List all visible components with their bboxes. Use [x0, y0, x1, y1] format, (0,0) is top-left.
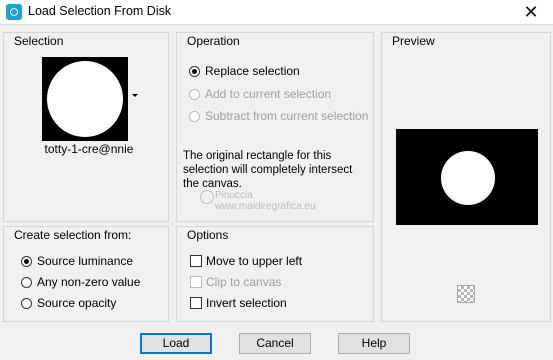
options-group-label: Options — [185, 228, 231, 242]
watermark: Pinuccia www.maidiregrafica.eu — [215, 190, 316, 212]
cancel-button[interactable]: Cancel — [239, 333, 311, 354]
checkbox[interactable] — [190, 297, 202, 309]
radio-label: Replace selection — [205, 64, 300, 78]
radio-source-luminance[interactable]: Source luminance — [21, 254, 133, 268]
selection-group-label: Selection — [12, 34, 66, 48]
operation-group-label: Operation — [185, 34, 242, 48]
checkbox-move-to-upper-left[interactable]: Move to upper left — [190, 254, 302, 268]
create-from-group-label: Create selection from: — [12, 228, 134, 242]
selection-circle-shape — [47, 61, 123, 137]
watermark-line2: www.maidiregrafica.eu — [215, 201, 316, 212]
watermark-icon — [200, 190, 214, 204]
radio-label: Any non-zero value — [37, 275, 141, 289]
chevron-down-icon[interactable] — [132, 94, 138, 97]
load-button[interactable]: Load — [140, 333, 212, 354]
options-group: Options Move to upper left Clip to canva… — [176, 226, 374, 322]
checkbox[interactable] — [190, 276, 202, 288]
preview-group: Preview — [381, 32, 551, 322]
checkbox-clip-to-canvas[interactable]: Clip to canvas — [190, 275, 281, 289]
checkbox-label: Move to upper left — [206, 254, 303, 268]
radio-button[interactable] — [21, 297, 32, 309]
close-button[interactable]: ✕ — [517, 1, 545, 23]
app-icon — [6, 4, 22, 20]
watermark-line1: Pinuccia — [215, 190, 253, 201]
radio-button[interactable] — [21, 255, 32, 267]
radio-button[interactable] — [189, 110, 200, 122]
title-bar: Load Selection From Disk ✕ — [0, 0, 553, 25]
radio-button[interactable] — [189, 65, 200, 77]
selection-group: Selection totty-1-cre@nnie — [3, 32, 169, 222]
checkbox-label: Clip to canvas — [206, 275, 282, 289]
checkbox-invert-selection[interactable]: Invert selection — [190, 296, 287, 310]
selection-thumbnail[interactable] — [42, 57, 128, 141]
help-button[interactable]: Help — [338, 333, 410, 354]
radio-label: Source luminance — [37, 254, 134, 268]
radio-label: Subtract from current selection — [205, 109, 369, 123]
create-from-group: Create selection from: Source luminance … — [3, 226, 169, 322]
selection-name: totty-1-cre@nnie — [44, 142, 134, 156]
radio-button[interactable] — [189, 88, 200, 100]
checkbox-label: Invert selection — [206, 296, 287, 310]
transparency-checker-icon[interactable] — [457, 285, 475, 303]
preview-canvas — [396, 129, 538, 225]
radio-label: Add to current selection — [205, 87, 332, 101]
operation-info-text: The original rectangle for this selectio… — [183, 150, 353, 190]
radio-add-to-selection[interactable]: Add to current selection — [189, 87, 331, 101]
radio-source-opacity[interactable]: Source opacity — [21, 296, 116, 310]
radio-subtract-from-selection[interactable]: Subtract from current selection — [189, 109, 368, 123]
preview-circle-shape — [441, 151, 495, 205]
radio-button[interactable] — [21, 276, 32, 288]
preview-group-label: Preview — [390, 34, 437, 48]
radio-label: Source opacity — [37, 296, 117, 310]
radio-replace-selection[interactable]: Replace selection — [189, 64, 300, 78]
window-title: Load Selection From Disk — [28, 4, 172, 18]
radio-any-non-zero[interactable]: Any non-zero value — [21, 275, 140, 289]
checkbox[interactable] — [190, 255, 202, 267]
